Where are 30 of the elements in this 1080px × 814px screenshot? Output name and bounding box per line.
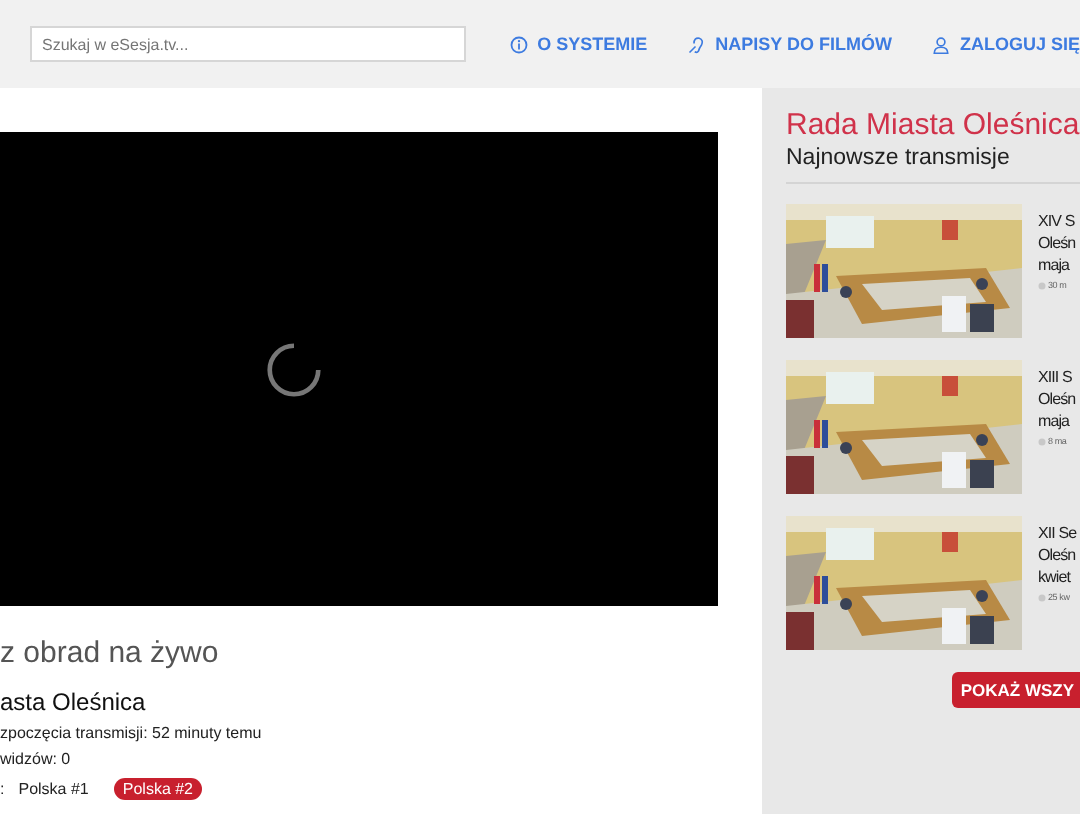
clock-icon xyxy=(1038,281,1046,289)
transmission-title[interactable]: Oleśn xyxy=(1038,232,1076,254)
loading-spinner-icon xyxy=(265,341,321,397)
transmission-title[interactable]: kwiet xyxy=(1038,566,1077,588)
stream-info: zpoczęcia transmisji: 52 minuty temu xyxy=(0,724,264,742)
council-title: Rada Miasta Oleśnica xyxy=(786,108,1080,142)
nav-link[interactable]: ZALOGUJ SIĘ xyxy=(931,34,1080,54)
stream-tab[interactable]: Polska #1 xyxy=(10,778,97,800)
clock-icon xyxy=(1038,593,1046,601)
transmission-title[interactable]: XIV S xyxy=(1038,210,1076,232)
transmission-title[interactable]: maja xyxy=(1038,254,1076,276)
transmission-title[interactable]: XIII S xyxy=(1038,366,1076,388)
ear-icon xyxy=(687,35,706,53)
transmission-title[interactable]: Oleśn xyxy=(1038,388,1076,410)
user-icon xyxy=(931,35,950,53)
streams-label: : xyxy=(0,780,5,798)
stream-info: widzów: 0 xyxy=(0,750,73,768)
transmission-title[interactable]: Oleśn xyxy=(1038,544,1077,566)
section-subtitle: Najnowsze transmisje xyxy=(786,146,1012,170)
search-field[interactable]: Szukaj w eSesja.tv... xyxy=(30,26,466,62)
nav-link[interactable]: NAPISY DO FILMÓW xyxy=(687,34,892,54)
stream-tab[interactable]: Polska #2 xyxy=(114,778,202,800)
show-all-button[interactable]: POKAŻ WSZY xyxy=(952,672,1080,708)
transmission-title[interactable]: maja xyxy=(1038,410,1076,432)
clock-icon xyxy=(1038,437,1046,445)
info-icon xyxy=(509,35,528,53)
transmission-title[interactable]: XII Se xyxy=(1038,522,1077,544)
nav-link[interactable]: O SYSTEMIE xyxy=(509,34,648,54)
section-heading: z obrad na żywo xyxy=(0,636,221,670)
stream-title: asta Oleśnica xyxy=(0,688,148,716)
